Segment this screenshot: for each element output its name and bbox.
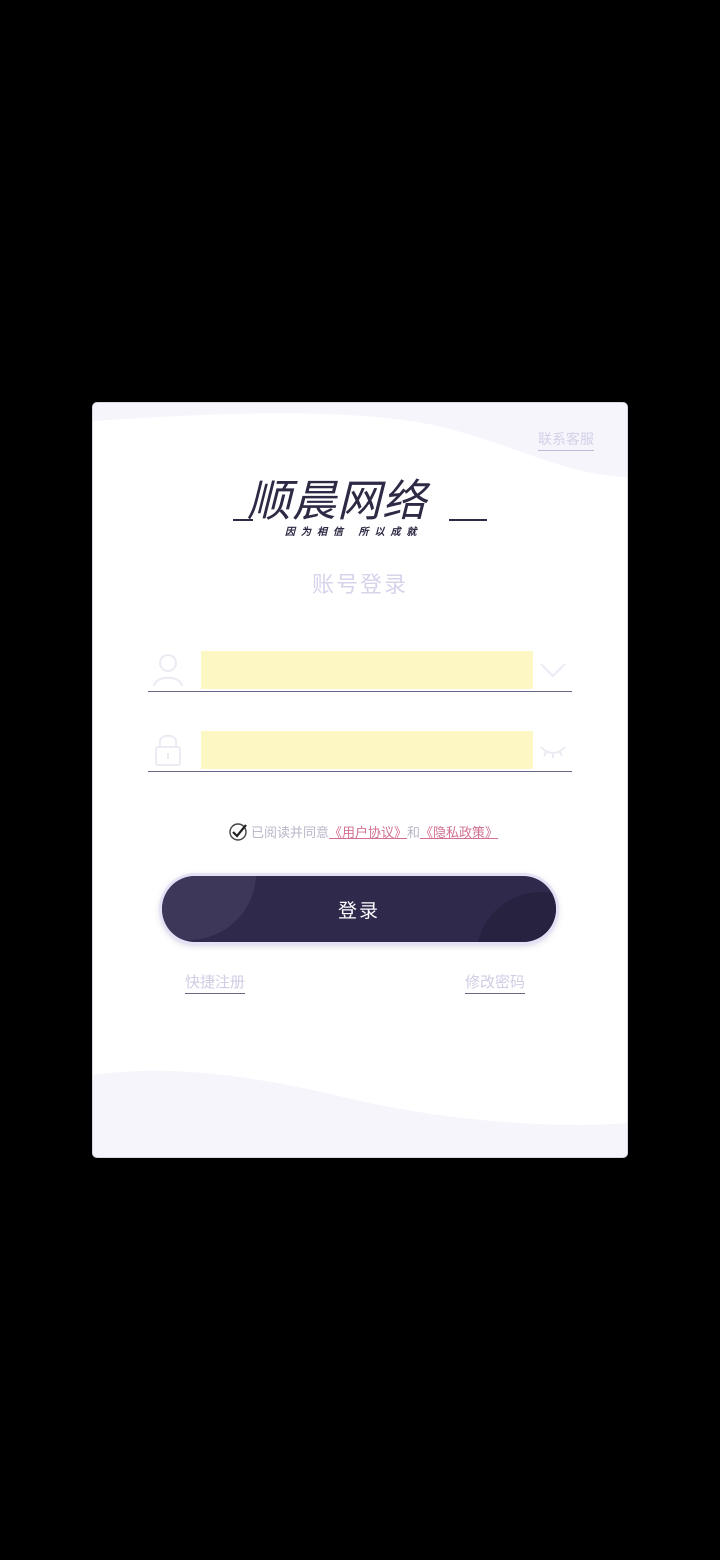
username-field — [148, 649, 572, 692]
login-card: 联系客服 顺晨网络 因为相信 所以成就 账号登录 已阅读并同意 《用户协议》 和… — [93, 403, 627, 1157]
username-input[interactable] — [201, 651, 533, 689]
login-button[interactable]: 登录 — [162, 876, 556, 942]
logo-title: 顺晨网络 — [247, 476, 427, 527]
login-button-label: 登录 — [337, 899, 380, 922]
button-circle-decoration — [162, 876, 256, 940]
user-agreement-link[interactable]: 《用户协议》 — [329, 822, 407, 841]
agreement-prefix: 已阅读并同意 — [251, 826, 330, 841]
chevron-down-icon[interactable] — [538, 657, 568, 683]
form-title: 账号登录 — [311, 573, 408, 598]
bottom-wave-decoration — [93, 1070, 627, 1157]
password-input[interactable] — [201, 731, 533, 769]
checkbox-checked-icon[interactable] — [229, 822, 247, 841]
register-link[interactable]: 快捷注册 — [185, 971, 246, 994]
lock-icon — [155, 734, 181, 766]
agreement-row: 已阅读并同意 《用户协议》 和 《隐私政策》 — [229, 822, 498, 841]
agreement-and: 和 — [407, 826, 421, 841]
button-circle-decoration — [476, 892, 556, 942]
eye-closed-icon[interactable] — [538, 737, 568, 763]
brand-logo: 顺晨网络 因为相信 所以成就 — [231, 465, 489, 539]
password-field — [148, 729, 572, 772]
change-password-link[interactable]: 修改密码 — [465, 971, 526, 994]
user-icon — [153, 654, 183, 687]
contact-support-link[interactable]: 联系客服 — [538, 429, 594, 451]
privacy-policy-link[interactable]: 《隐私政策》 — [420, 822, 498, 841]
logo-underline-right — [449, 519, 487, 521]
logo-slogan: 因为相信 所以成就 — [285, 527, 423, 538]
